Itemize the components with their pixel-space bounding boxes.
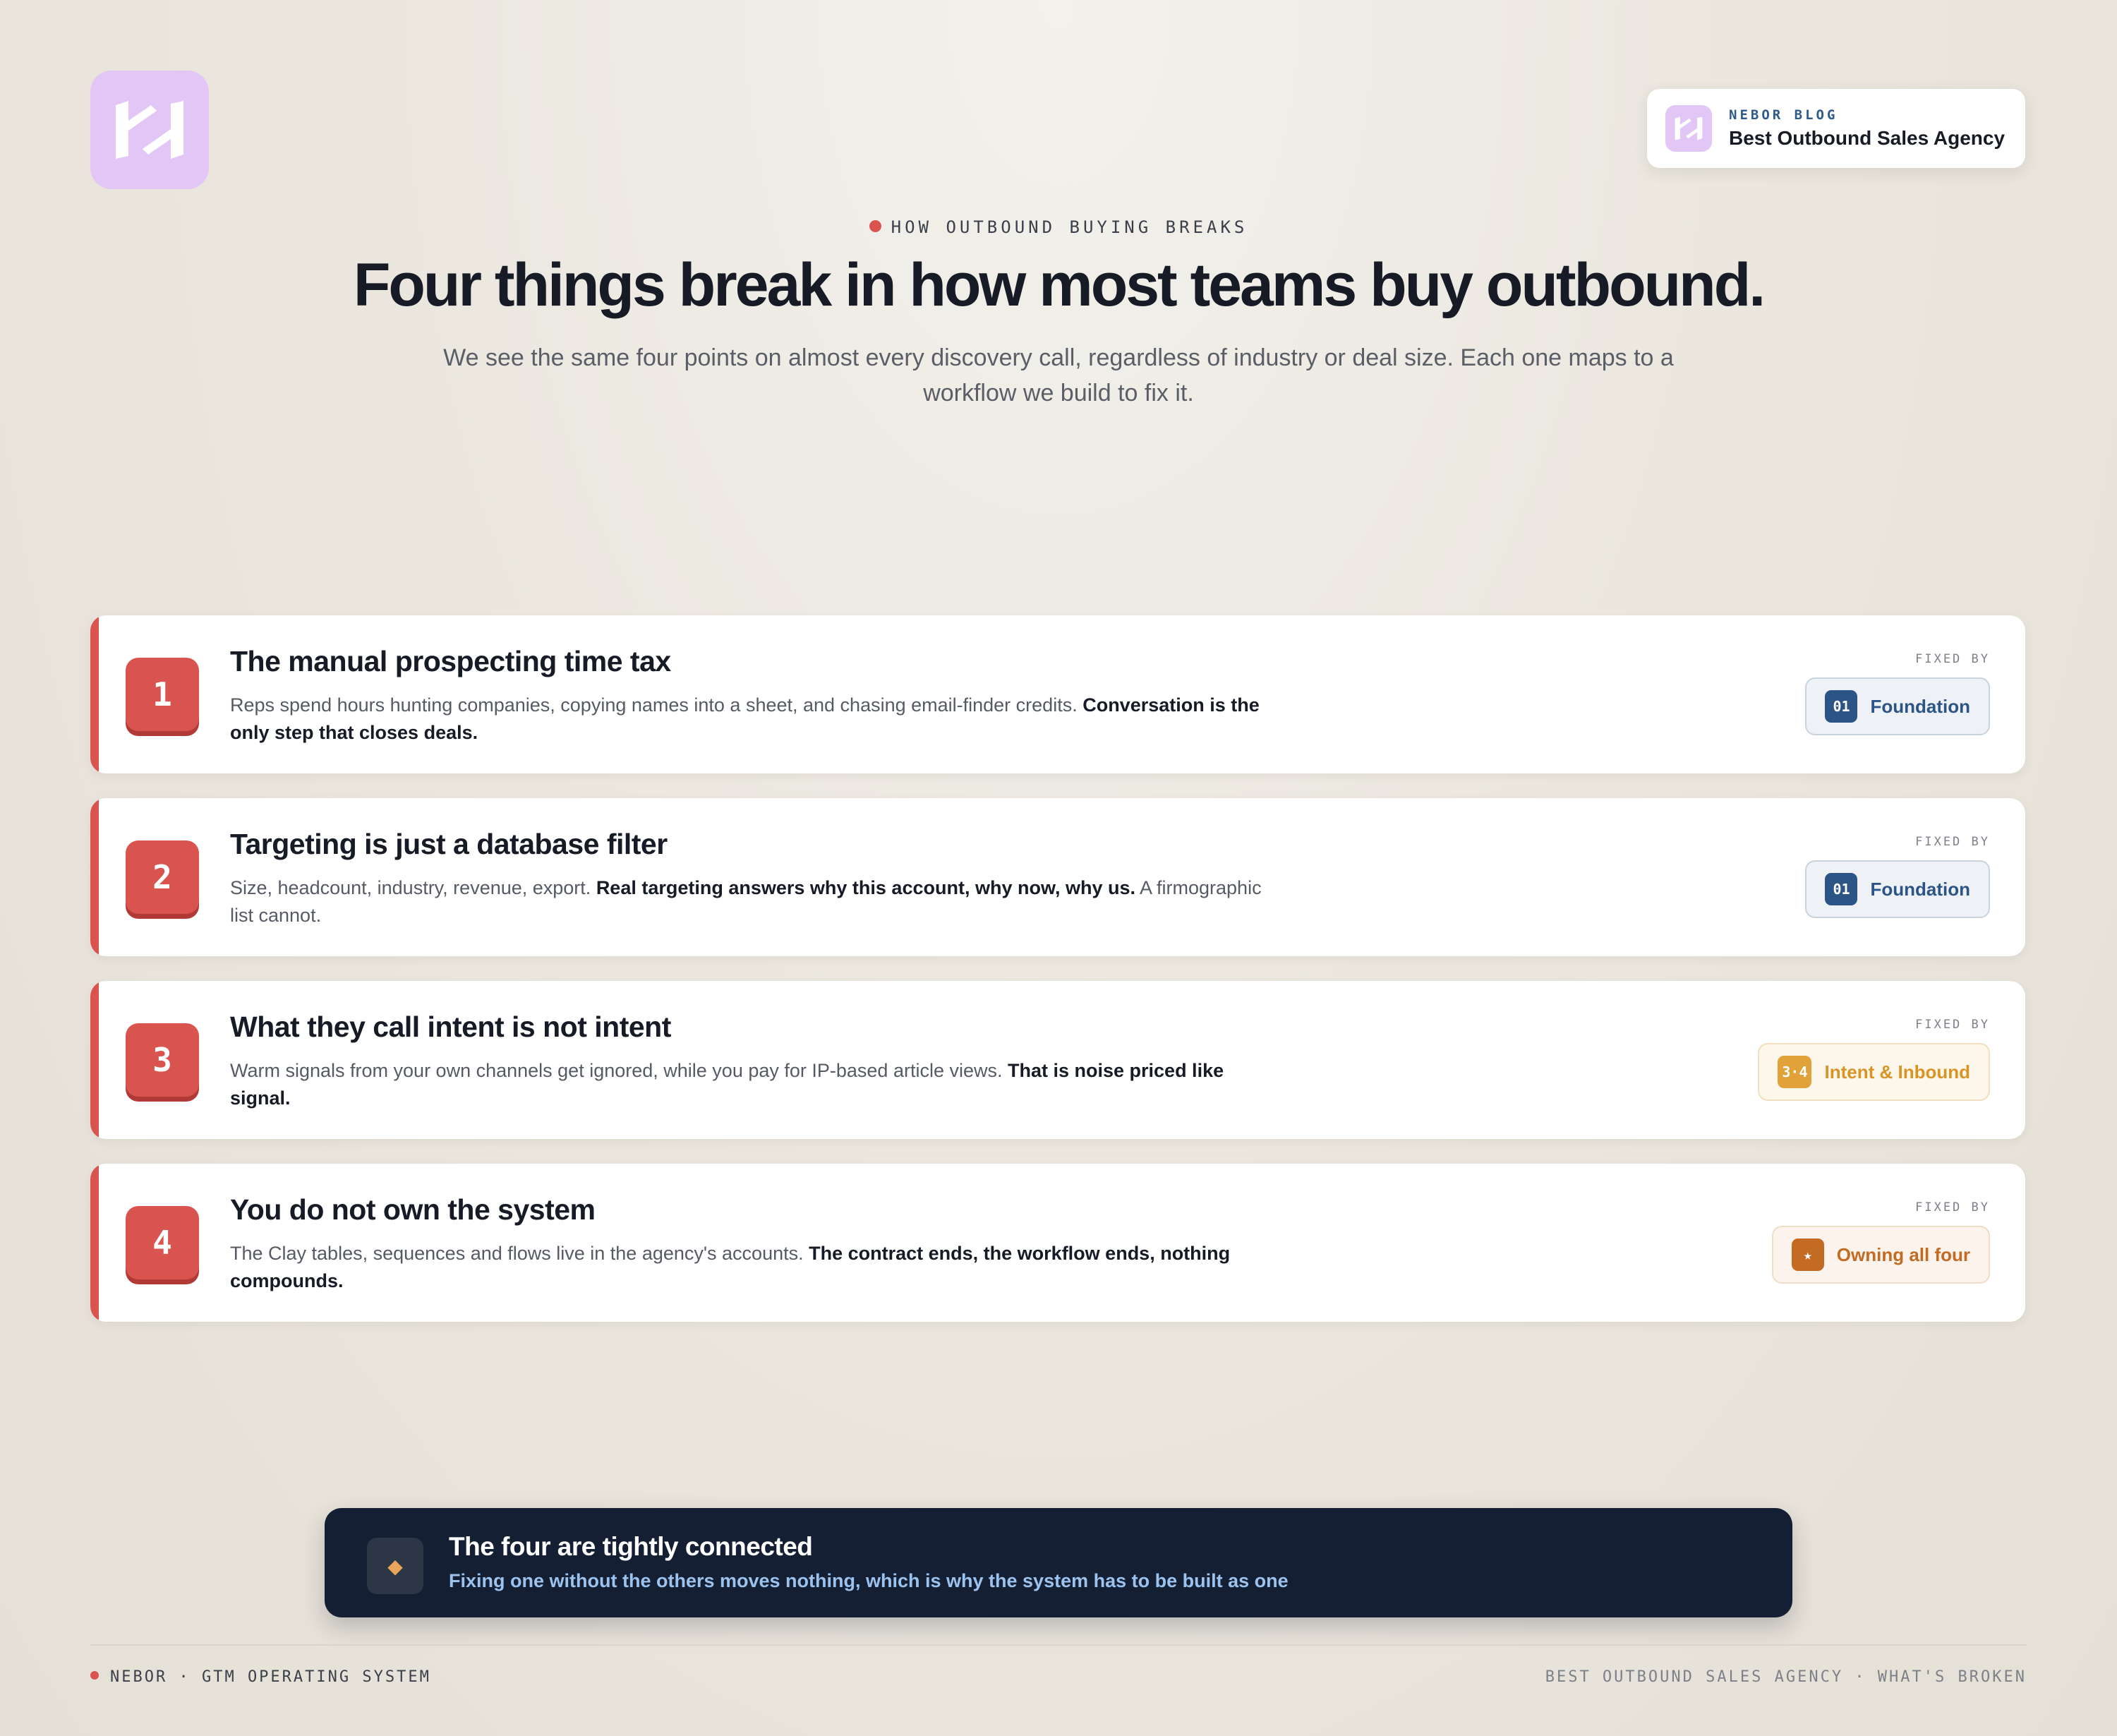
fix-label: Foundation <box>1870 878 1970 900</box>
fixed-by-label: FIXED BY <box>1915 835 1990 849</box>
problem-number: 4 <box>126 1206 199 1279</box>
fix-label: Foundation <box>1870 695 1970 717</box>
problem-description: The Clay tables, sequences and flows liv… <box>230 1240 1289 1295</box>
fix-label: Intent & Inbound <box>1824 1061 1970 1083</box>
problem-description-emphasis: Real targeting answers why this account,… <box>596 877 1135 898</box>
card-accent-bar <box>90 981 99 1139</box>
blog-card[interactable]: NEBOR BLOG Best Outbound Sales Agency <box>1647 89 2025 168</box>
card-accent-bar <box>90 798 99 956</box>
problem-description: Size, headcount, industry, revenue, expo… <box>230 874 1289 929</box>
star-icon: ★ <box>1791 1238 1824 1271</box>
problem-title: You do not own the system <box>230 1193 596 1226</box>
problem-number: 1 <box>126 658 199 731</box>
problem-title: The manual prospecting time tax <box>230 645 671 677</box>
diamond-icon: ◆ <box>367 1538 423 1594</box>
footer-divider <box>90 1644 2027 1646</box>
fixed-by-pill-intent-inbound[interactable]: 3·4 Intent & Inbound <box>1758 1043 1990 1101</box>
fixed-by-pill-owning-all-four[interactable]: ★ Owning all four <box>1771 1226 1990 1284</box>
connection-banner: ◆ The four are tightly connected Fixing … <box>325 1508 1792 1617</box>
fixed-by-pill-foundation[interactable]: 01 Foundation <box>1805 860 1990 918</box>
problem-card-4: 4 You do not own the system The Clay tab… <box>90 1164 2025 1322</box>
card-accent-bar <box>90 615 99 773</box>
page-title: Four things break in how most teams buy … <box>353 251 1766 319</box>
problem-card-1: 1 The manual prospecting time tax Reps s… <box>90 615 2025 773</box>
fix-label: Owning all four <box>1836 1243 1970 1265</box>
fix-badge: 01 <box>1825 690 1858 723</box>
problem-list: 1 The manual prospecting time tax Reps s… <box>90 615 2025 1346</box>
problem-title: Targeting is just a database filter <box>230 828 668 860</box>
problem-number: 3 <box>126 1023 199 1097</box>
blog-title: Best Outbound Sales Agency <box>1729 127 2006 149</box>
fix-badge: 01 <box>1825 873 1858 905</box>
nebor-logo[interactable] <box>90 71 209 189</box>
section-eyebrow: HOW OUTBOUND BUYING BREAKS <box>0 217 2117 237</box>
blog-eyebrow: NEBOR BLOG <box>1729 107 1838 123</box>
problem-description-text: Size, headcount, industry, revenue, expo… <box>230 877 596 898</box>
problem-card-2: 2 Targeting is just a database filter Si… <box>90 798 2025 956</box>
page-subtitle: We see the same four points on almost ev… <box>443 344 1674 406</box>
fixed-by-pill-foundation[interactable]: 01 Foundation <box>1805 677 1990 735</box>
problem-description-text: Warm signals from your own channels get … <box>230 1060 1008 1081</box>
problem-description: Warm signals from your own channels get … <box>230 1057 1289 1112</box>
nebor-logo-icon <box>116 101 183 159</box>
footer-left-text: NEBOR · GTM OPERATING SYSTEM <box>110 1668 431 1686</box>
fixed-by-label: FIXED BY <box>1915 1018 1990 1032</box>
nebor-mini-logo-icon <box>1665 105 1712 152</box>
fix-badge: 3·4 <box>1778 1056 1812 1088</box>
fixed-by-label: FIXED BY <box>1915 652 1990 666</box>
banner-subtitle: Fixing one without the others moves noth… <box>449 1570 1289 1591</box>
footer-dot-icon <box>90 1671 99 1680</box>
problem-description-text: The Clay tables, sequences and flows liv… <box>230 1243 809 1264</box>
banner-title: The four are tightly connected <box>449 1532 813 1561</box>
problem-title: What they call intent is not intent <box>230 1011 671 1043</box>
problem-card-3: 3 What they call intent is not intent Wa… <box>90 981 2025 1139</box>
eyebrow-dot-icon <box>869 220 881 232</box>
fixed-by-label: FIXED BY <box>1915 1200 1990 1214</box>
card-accent-bar <box>90 1164 99 1322</box>
footer-right: BEST OUTBOUND SALES AGENCY · WHAT'S BROK… <box>1545 1668 2027 1686</box>
section-eyebrow-text: HOW OUTBOUND BUYING BREAKS <box>891 217 1248 237</box>
problem-description-text: Reps spend hours hunting companies, copy… <box>230 694 1083 716</box>
problem-description: Reps spend hours hunting companies, copy… <box>230 692 1289 747</box>
problem-number: 2 <box>126 840 199 914</box>
footer-left: NEBOR · GTM OPERATING SYSTEM <box>90 1668 431 1686</box>
